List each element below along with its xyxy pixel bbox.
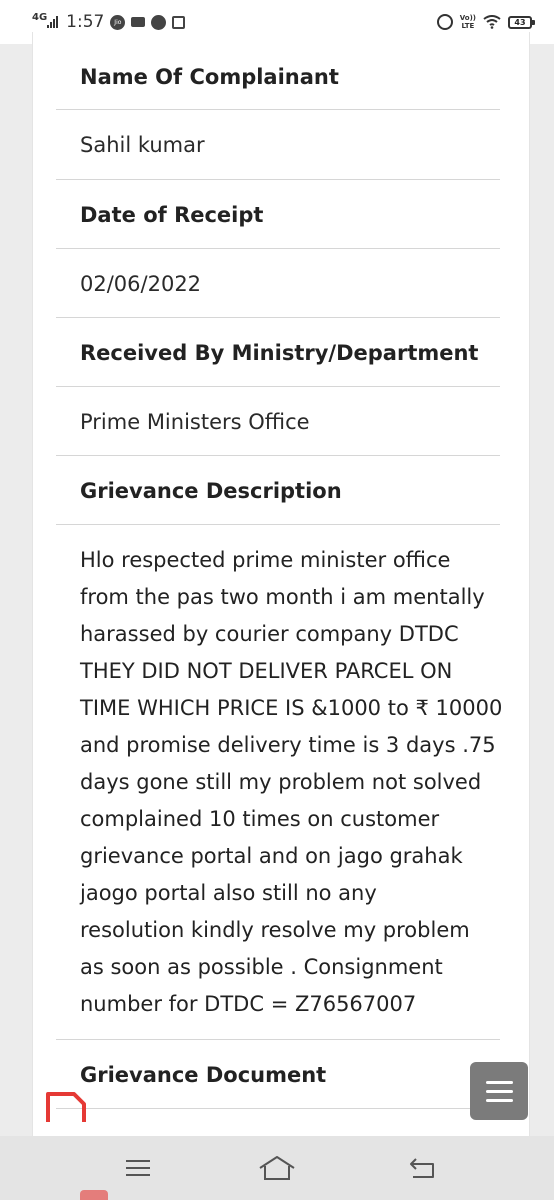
gallery-icon — [172, 15, 186, 29]
wifi-icon — [483, 15, 501, 29]
description-line: complained 10 times on customer — [80, 807, 440, 831]
receipt-date-value: 02/06/2022 — [56, 250, 500, 318]
back-icon — [410, 1158, 434, 1178]
jio-icon: Jio — [110, 14, 126, 30]
description-line: THEY DID NOT DELIVER PARCEL ON — [80, 659, 453, 683]
home-button[interactable] — [257, 1150, 297, 1186]
document-label: Grievance Document — [56, 1041, 500, 1109]
description-line: TIME WHICH PRICE IS &1000 to ₹ 10000 — [80, 696, 503, 720]
compass-icon — [151, 14, 167, 30]
description-line: grievance portal and on jago grahak — [80, 844, 463, 868]
description-line: Hlo respected prime minister office — [80, 548, 451, 572]
alarm-icon — [436, 14, 453, 30]
complainant-label: Name Of Complainant — [56, 44, 500, 110]
back-button[interactable] — [402, 1150, 442, 1186]
description-line: days gone still my problem not solved — [80, 770, 482, 794]
pdf-file-icon-edge — [80, 1190, 108, 1200]
ministry-label: Received By Ministry/Department — [56, 319, 500, 387]
volte-icon: Vo)) LTE — [459, 14, 476, 30]
receipt-date-label: Date of Receipt — [56, 181, 500, 249]
pdf-file-icon[interactable] — [46, 1092, 86, 1122]
ministry-value: Prime Ministers Office — [56, 388, 500, 456]
recent-apps-button[interactable] — [118, 1150, 158, 1186]
description-line: from the pas two month i am mentally — [80, 585, 485, 609]
floating-menu-button[interactable] — [470, 1062, 528, 1120]
network-type: 4G — [32, 11, 48, 23]
home-icon — [259, 1156, 295, 1180]
description-line: harassed by courier company DTDC — [80, 622, 459, 646]
grievance-detail-card: Name Of Complainant Sahil kumar Date of … — [32, 32, 530, 1142]
mail-icon — [131, 17, 146, 27]
description-line: number for DTDC = Z76567007 — [80, 992, 417, 1016]
description-line: jaogo portal also still no any — [80, 881, 377, 905]
description-body: Hlo respected prime minister office from… — [80, 542, 502, 1023]
complainant-value: Sahil kumar — [56, 111, 500, 180]
description-line: and promise delivery time is 3 days .75 — [80, 733, 496, 757]
signal-icon — [47, 16, 59, 28]
description-text: Hlo respected prime minister office from… — [56, 526, 502, 1040]
clock: 1:57 — [66, 12, 105, 32]
battery-icon: 43 — [508, 15, 535, 29]
description-line: as soon as possible . Consignment — [80, 955, 443, 979]
menu-icon — [126, 1160, 150, 1176]
description-line: resolution kindly resolve my problem — [80, 918, 470, 942]
hamburger-menu-icon — [485, 1080, 513, 1102]
description-label: Grievance Description — [56, 457, 500, 525]
